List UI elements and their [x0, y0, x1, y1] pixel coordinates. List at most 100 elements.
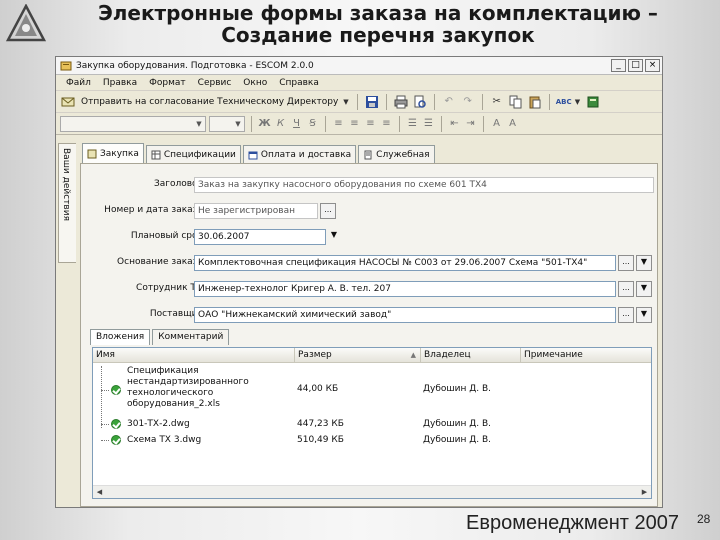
menu-file[interactable]: Файл: [60, 78, 97, 88]
menu-tools[interactable]: Сервис: [192, 78, 238, 88]
basis-picker-button[interactable]: ...: [618, 255, 634, 271]
tree-connector: [101, 424, 109, 425]
file-name-line: Спецификация: [127, 366, 199, 376]
supplier-field[interactable]: ОАО "Нижнекамский химический завод": [194, 307, 616, 323]
copy-icon[interactable]: [508, 94, 524, 110]
horizontal-scrollbar[interactable]: ◀ ▶: [93, 485, 651, 498]
book-icon[interactable]: [585, 94, 601, 110]
check-icon: [111, 385, 121, 395]
deadline-field[interactable]: 30.06.2007: [194, 229, 326, 245]
attachments-tab-strip: Вложения Комментарий: [90, 329, 230, 345]
column-header-size[interactable]: Размер ▲: [295, 348, 421, 363]
supplier-picker-button[interactable]: ...: [618, 307, 634, 323]
grid-header: Имя Размер ▲ Владелец Примечание: [93, 348, 651, 363]
bullet-list-icon[interactable]: ☰: [422, 118, 435, 129]
align-center-icon[interactable]: ≡: [348, 118, 361, 129]
file-name-line: оборудования_2.xls: [127, 399, 220, 409]
column-header-note[interactable]: Примечание: [521, 348, 651, 363]
tab-service[interactable]: Служебная: [358, 145, 435, 163]
send-icon[interactable]: [60, 94, 76, 110]
app-icon: [60, 61, 72, 70]
chevron-down-icon: ▼: [196, 119, 202, 128]
font-name-combo[interactable]: ▼: [60, 115, 206, 132]
column-header-owner[interactable]: Владелец: [421, 348, 521, 363]
toolbar-separator: [548, 93, 550, 110]
title-field[interactable]: Заказ на закупку насосного оборудования …: [194, 177, 654, 193]
column-header-name[interactable]: Имя: [93, 348, 295, 363]
deadline-dropdown-button[interactable]: ▼: [326, 229, 342, 245]
menu-window[interactable]: Окно: [237, 78, 273, 88]
align-right-icon[interactable]: ≡: [364, 118, 377, 129]
menu-format[interactable]: Формат: [143, 78, 192, 88]
paste-icon[interactable]: [527, 94, 543, 110]
order-number-field[interactable]: Не зарегистрирован: [194, 203, 318, 219]
save-icon[interactable]: [364, 94, 380, 110]
format-toolbar: ▼ ▼ Ж К Ч Ꞩ ≡ ≡ ≡ ≡ ☰ ☰ ⇤ ⇥ A A: [56, 113, 662, 135]
close-button[interactable]: ×: [645, 59, 660, 72]
minimize-button[interactable]: _: [611, 59, 626, 72]
subtab-comment[interactable]: Комментарий: [152, 329, 230, 345]
toolbar-separator: [325, 115, 326, 132]
menu-help[interactable]: Справка: [273, 78, 325, 88]
file-name-cell: Схема ТХ 3.dwg: [127, 435, 202, 445]
indent-icon[interactable]: ⇥: [464, 118, 477, 129]
supplier-row: Поставщик: ОАО "Нижнекамский химический …: [80, 307, 658, 325]
undo-icon[interactable]: ↶: [441, 94, 457, 110]
numbered-list-icon[interactable]: ☰: [406, 118, 419, 129]
text-color-icon[interactable]: A: [490, 118, 503, 129]
column-header-size-label: Размер: [298, 350, 332, 360]
title-row: Заголовок: Заказ на закупку насосного об…: [80, 177, 658, 195]
check-icon: [111, 419, 121, 429]
font-size-combo[interactable]: ▼: [209, 115, 245, 132]
tab-specifications[interactable]: Спецификации: [145, 145, 241, 163]
italic-icon[interactable]: К: [274, 118, 287, 129]
table-icon: [151, 150, 161, 159]
cut-icon[interactable]: ✂: [489, 94, 505, 110]
file-name-cell: Спецификация нестандартизированного техн…: [127, 366, 249, 410]
maximize-button[interactable]: □: [628, 59, 643, 72]
table-row[interactable]: Схема ТХ 3.dwg 510,49 КБ Дубошин Д. В.: [93, 434, 651, 448]
print-icon[interactable]: [393, 94, 409, 110]
order-number-picker-button[interactable]: ...: [320, 203, 336, 219]
page-number: 28: [697, 512, 711, 526]
spellcheck-icon[interactable]: ABC: [556, 94, 572, 110]
employee-dropdown-button[interactable]: ▼: [636, 281, 652, 297]
outdent-icon[interactable]: ⇤: [448, 118, 461, 129]
tab-purchase[interactable]: Закупка: [82, 143, 144, 163]
underline-icon[interactable]: Ч: [290, 118, 303, 129]
employee-picker-button[interactable]: ...: [618, 281, 634, 297]
side-tab-your-actions[interactable]: Ваши действия: [58, 143, 76, 263]
menu-edit[interactable]: Правка: [97, 78, 143, 88]
tab-label: Спецификации: [163, 149, 236, 160]
employee-field[interactable]: Инженер-технолог Кригер А. В. тел. 207: [194, 281, 616, 297]
preview-icon[interactable]: [412, 94, 428, 110]
align-left-icon[interactable]: ≡: [332, 118, 345, 129]
justify-icon[interactable]: ≡: [380, 118, 393, 129]
table-row[interactable]: Спецификация нестандартизированного техн…: [93, 366, 651, 416]
window-title: Закупка оборудования. Подготовка - ESCOM…: [76, 60, 314, 71]
toolbar-separator: [356, 93, 358, 110]
toolbar-separator: [441, 115, 442, 132]
toolbar-separator: [399, 115, 400, 132]
tab-strip: Закупка Спецификации Оплата и доставка С…: [82, 143, 435, 163]
basis-field[interactable]: Комплектовочная спецификация НАСОСЫ № С0…: [194, 255, 616, 271]
slide-title: Электронные формы заказа на комплектацию…: [48, 2, 708, 46]
highlight-icon[interactable]: A: [506, 118, 519, 129]
redo-icon[interactable]: ↷: [460, 94, 476, 110]
window-titlebar[interactable]: Закупка оборудования. Подготовка - ESCOM…: [56, 57, 662, 75]
sort-ascending-icon: ▲: [410, 351, 416, 359]
tab-payment-delivery[interactable]: Оплата и доставка: [242, 145, 357, 163]
send-dropdown-icon[interactable]: ▼: [343, 98, 348, 106]
scroll-left-icon[interactable]: ◀: [93, 486, 106, 498]
basis-dropdown-button[interactable]: ▼: [636, 255, 652, 271]
strikethrough-icon[interactable]: Ꞩ: [306, 118, 319, 129]
subtab-attachments[interactable]: Вложения: [90, 329, 151, 345]
order-number-label: Номер и дата заказа:: [104, 205, 206, 215]
supplier-dropdown-button[interactable]: ▼: [636, 307, 652, 323]
scroll-right-icon[interactable]: ▶: [638, 486, 651, 498]
spellcheck-dropdown-icon[interactable]: ▼: [575, 98, 580, 106]
toolbar-separator: [385, 93, 387, 110]
bold-icon[interactable]: Ж: [258, 118, 271, 129]
table-row[interactable]: 301-ТХ-2.dwg 447,23 КБ Дубошин Д. В.: [93, 418, 651, 432]
send-for-approval-button[interactable]: Отправить на согласование Техническому Д…: [81, 97, 338, 107]
